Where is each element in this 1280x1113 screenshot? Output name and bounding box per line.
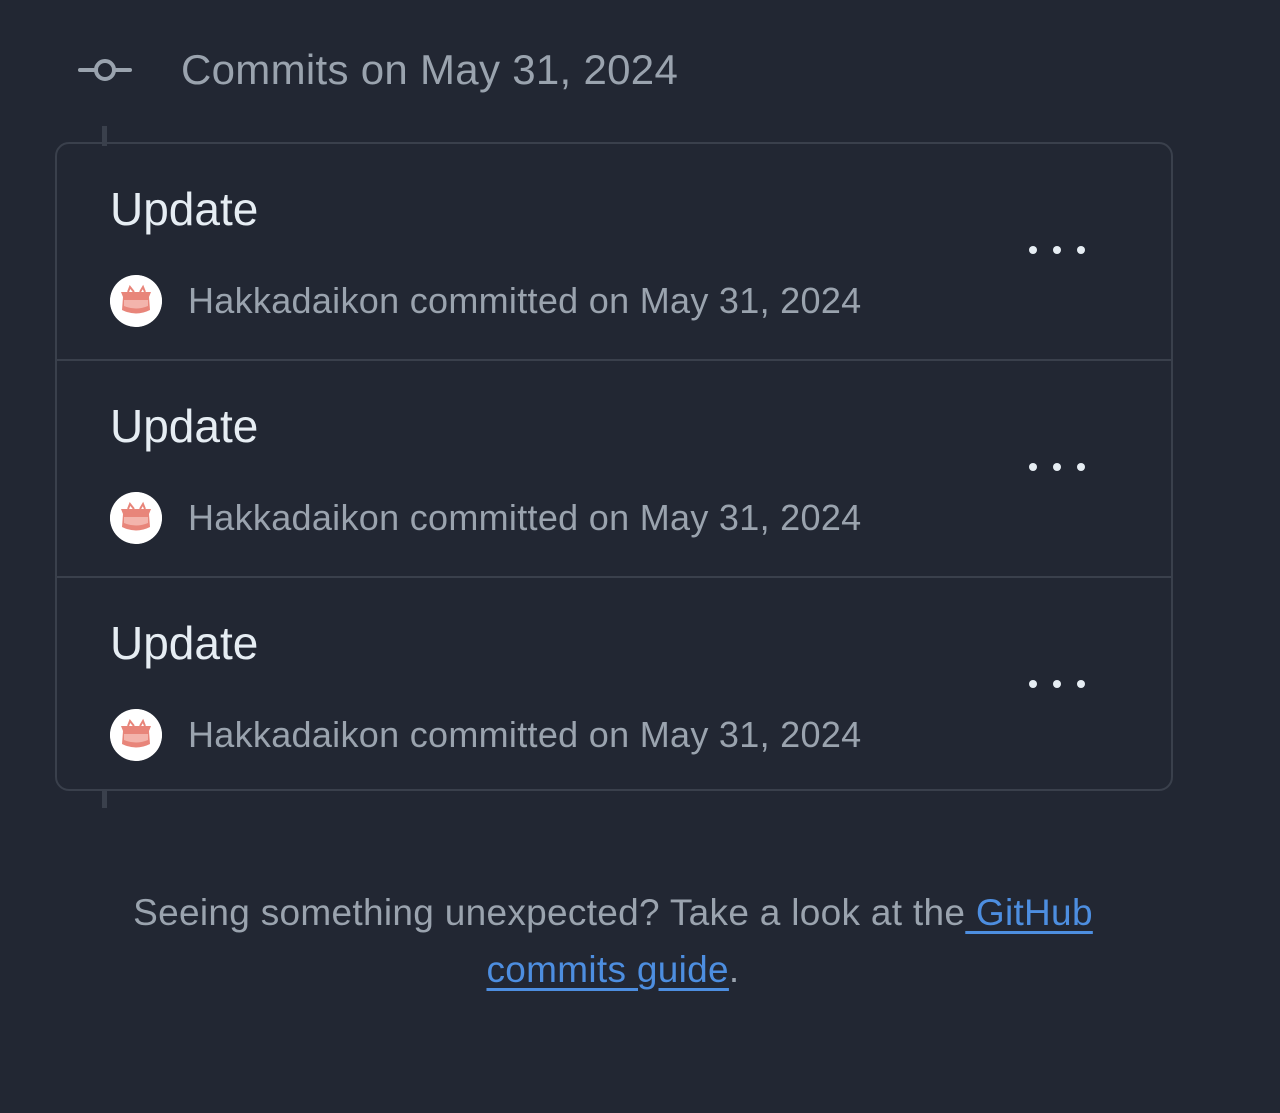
commit-list: Update Hakkadaikon committed on May 31, … <box>55 142 1173 791</box>
commit-group-title: Commits on May 31, 2024 <box>181 46 679 93</box>
commit-byline: Hakkadaikon committed on May 31, 2024 <box>188 497 862 538</box>
kebab-horizontal-icon[interactable] <box>1029 234 1085 266</box>
commit-meta: Hakkadaikon committed on May 31, 2024 <box>110 708 861 762</box>
user-avatar[interactable] <box>110 709 162 761</box>
commit-group-header: Commits on May 31, 2024 <box>78 40 678 100</box>
commit-row: Update Hakkadaikon committed on May 31, … <box>57 578 1171 789</box>
kebab-horizontal-icon[interactable] <box>1029 451 1085 483</box>
kebab-horizontal-icon[interactable] <box>1029 668 1085 700</box>
commit-byline: Hakkadaikon committed on May 31, 2024 <box>188 714 862 755</box>
commit-title-link[interactable]: Update <box>110 182 258 236</box>
commit-row: Update Hakkadaikon committed on May 31, … <box>57 361 1171 578</box>
user-avatar[interactable] <box>110 275 162 327</box>
footer-help-text: Seeing something unexpected? Take a look… <box>0 884 1226 998</box>
commit-meta: Hakkadaikon committed on May 31, 2024 <box>110 274 861 328</box>
commits-guide-link[interactable]: GitHub <box>965 892 1093 933</box>
commit-byline: Hakkadaikon committed on May 31, 2024 <box>188 280 862 321</box>
commit-row: Update Hakkadaikon committed on May 31, … <box>57 144 1171 361</box>
user-avatar[interactable] <box>110 492 162 544</box>
commit-title-link[interactable]: Update <box>110 399 258 453</box>
footer-suffix: . <box>728 949 740 990</box>
timeline-connector-bottom <box>102 790 107 808</box>
git-commit-icon <box>78 59 132 81</box>
footer-prefix: Seeing something unexpected? Take a look… <box>133 892 966 933</box>
commits-guide-link-continued[interactable]: commits guide <box>486 949 728 990</box>
commit-meta: Hakkadaikon committed on May 31, 2024 <box>110 491 861 545</box>
commit-title-link[interactable]: Update <box>110 616 258 670</box>
